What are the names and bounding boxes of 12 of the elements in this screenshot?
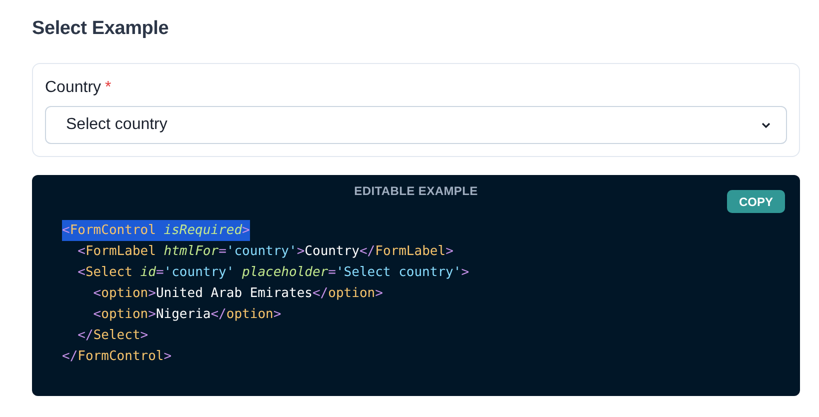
copy-button[interactable]: COPY (726, 190, 785, 213)
code-line: <option>Nigeria</option> (92, 306, 282, 324)
code-line: <option>United Arab Emirates</option> (92, 285, 383, 303)
required-mark: * (105, 78, 112, 98)
code-header: EDITABLE EXAMPLE (353, 184, 479, 198)
code-line: <FormLabel htmlFor='country'>Country</FormLabel> (76, 243, 454, 261)
country-select[interactable]: Select country (45, 106, 787, 144)
page-title: Select Example (32, 18, 170, 40)
code-line: </FormControl> (62, 348, 172, 366)
code-line: <Select id='country' placeholder='Select country'> (76, 264, 470, 282)
code-line: </Select> (76, 327, 148, 345)
field-label: Country (45, 78, 102, 98)
